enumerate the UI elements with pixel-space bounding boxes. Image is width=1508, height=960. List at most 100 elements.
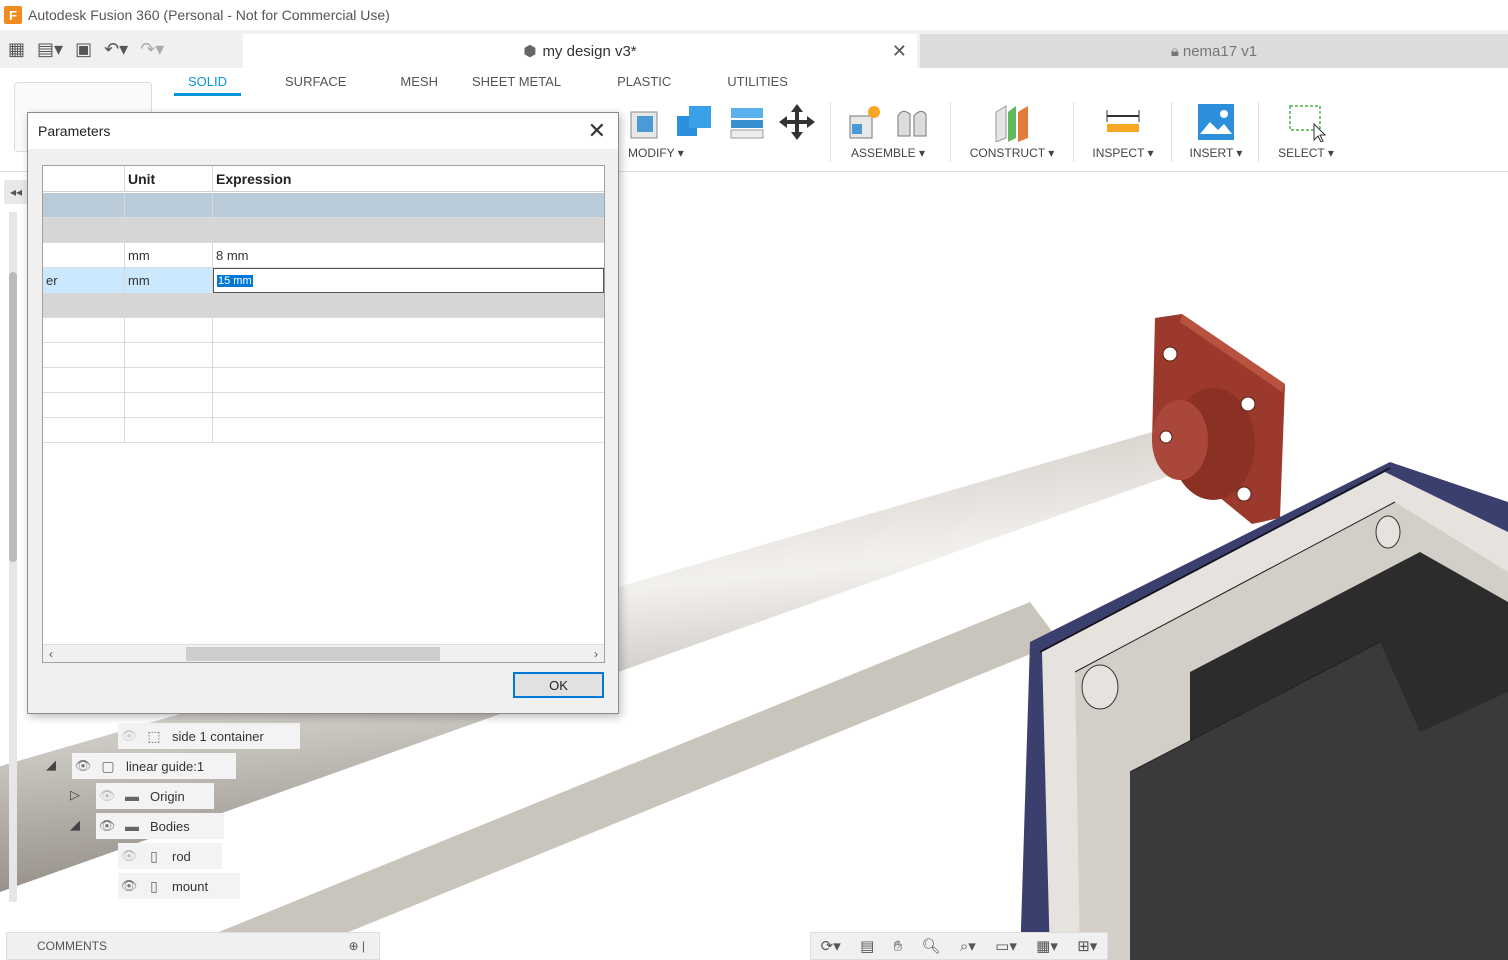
insert-group[interactable]: INSERT ▾ <box>1178 98 1254 160</box>
viewports-icon[interactable]: ⊞▾ <box>1077 937 1097 955</box>
tab-utilities[interactable]: UTILITIES <box>707 74 808 96</box>
construct-group[interactable]: CONSTRUCT ▾ <box>958 98 1066 160</box>
tab-surface[interactable]: SURFACE <box>245 74 386 96</box>
cell-expression[interactable]: 8 mm <box>213 243 604 268</box>
close-icon[interactable]: ✕ <box>588 118 606 144</box>
eye-hidden-icon[interactable]: 👁︎ <box>118 848 140 864</box>
browser-item-mount[interactable]: 👁︎ ▯ mount <box>118 873 240 899</box>
cell-expression[interactable] <box>213 393 604 418</box>
collapse-browser-icon[interactable]: ◂◂ <box>4 180 28 204</box>
cell-expression[interactable] <box>213 218 604 243</box>
table-row[interactable]: mm 8 mm <box>43 243 604 268</box>
comments-label: COMMENTS <box>37 939 107 953</box>
apps-grid-icon[interactable]: ▦ <box>8 39 25 60</box>
move-icon[interactable] <box>777 102 817 142</box>
modify-label: MODIFY ▾ <box>628 146 684 160</box>
table-row[interactable] <box>43 418 604 443</box>
cell-expression[interactable] <box>213 318 604 343</box>
file-icon[interactable]: ▤▾ <box>37 39 63 60</box>
column-header-unit[interactable]: Unit <box>125 166 213 192</box>
tab-plastic[interactable]: PLASTIC <box>581 74 707 96</box>
table-row[interactable] <box>43 393 604 418</box>
scrollbar-thumb[interactable] <box>9 272 17 562</box>
shell-icon[interactable] <box>625 102 665 142</box>
look-at-icon[interactable]: ▤ <box>860 937 874 955</box>
assemble-group[interactable]: ASSEMBLE ▾ <box>836 98 940 160</box>
separator <box>1258 102 1259 162</box>
inspect-group[interactable]: INSPECT ▾ <box>1080 98 1166 160</box>
expand-triangle-icon[interactable]: ▷ <box>70 788 80 803</box>
cell-expression[interactable] <box>213 343 604 368</box>
cell-expression[interactable] <box>213 193 604 218</box>
table-row[interactable] <box>43 343 604 368</box>
eye-hidden-icon[interactable]: 👁︎ <box>96 788 118 804</box>
column-header-name[interactable] <box>43 166 125 192</box>
cell-unit <box>125 193 213 218</box>
table-row[interactable] <box>43 368 604 393</box>
browser-item-bodies[interactable]: 👁︎ ▬ Bodies <box>96 813 224 839</box>
eye-icon[interactable]: 👁︎ <box>72 758 94 774</box>
comments-panel[interactable]: COMMENTS ⊕ | <box>6 932 380 960</box>
add-comment-icon[interactable]: ⊕ | <box>348 939 365 953</box>
cell-expression[interactable] <box>213 368 604 393</box>
insert-image-icon[interactable] <box>1196 102 1236 142</box>
measure-icon[interactable] <box>1103 102 1143 142</box>
eye-icon[interactable]: 👁︎ <box>118 878 140 894</box>
grid-settings-icon[interactable]: ▦▾ <box>1036 937 1058 955</box>
column-header-expression[interactable]: Expression <box>213 166 604 192</box>
collapse-triangle-icon[interactable]: ◢ <box>70 818 80 833</box>
browser-scrollbar[interactable] <box>9 212 17 902</box>
redo-icon[interactable]: ↷▾ <box>140 39 164 60</box>
body-icon: ▯ <box>150 877 158 894</box>
scrollbar-thumb[interactable] <box>186 647 440 661</box>
tab-solid[interactable]: SOLID <box>170 74 245 96</box>
eye-hidden-icon[interactable]: 👁︎ <box>118 728 140 744</box>
modify-group[interactable]: MODIFY ▾ <box>616 98 826 160</box>
select-group[interactable]: SELECT ▾ <box>1266 98 1346 160</box>
collapse-triangle-icon[interactable]: ◢ <box>46 758 56 773</box>
select-box-icon[interactable] <box>1286 102 1326 142</box>
orbit-icon[interactable]: ⟳▾ <box>821 937 841 955</box>
cell-expression[interactable] <box>213 293 604 318</box>
table-row[interactable] <box>43 318 604 343</box>
browser-item-rod[interactable]: 👁︎ ▯ rod <box>118 843 222 869</box>
tab-sheet-metal[interactable]: SHEET METAL <box>452 74 581 96</box>
cell-name: er <box>43 268 125 293</box>
joint-icon[interactable] <box>892 102 932 142</box>
scroll-right-icon[interactable]: › <box>594 645 598 662</box>
ok-button[interactable]: OK <box>513 672 604 698</box>
ribbon-tabs: SOLID SURFACE MESH SHEET METAL PLASTIC U… <box>170 74 808 96</box>
close-icon[interactable]: ✕ <box>892 41 907 62</box>
construct-plane-icon[interactable] <box>990 102 1034 142</box>
eye-icon[interactable]: 👁︎ <box>96 818 118 834</box>
fit-icon[interactable]: ⌕▾ <box>960 937 976 955</box>
expression-input[interactable]: 15 mm <box>213 268 604 293</box>
tab-mesh[interactable]: MESH <box>386 74 452 96</box>
horizontal-scrollbar[interactable]: ‹ › <box>43 644 604 662</box>
tab-nema17[interactable]: 🔒︎ nema17 v1 <box>920 34 1508 68</box>
cell-expression[interactable] <box>213 418 604 443</box>
construct-label: CONSTRUCT ▾ <box>969 146 1055 160</box>
table-row[interactable] <box>43 218 604 243</box>
undo-icon[interactable]: ↶▾ <box>104 39 128 60</box>
tab-my-design[interactable]: ⬢ my design v3* ✕ <box>243 34 917 68</box>
cell-name <box>43 418 125 443</box>
scroll-left-icon[interactable]: ‹ <box>49 645 53 662</box>
table-row[interactable] <box>43 293 604 318</box>
pan-icon[interactable]: ✋︎ <box>894 937 903 955</box>
table-row[interactable] <box>43 193 604 218</box>
component-icon: ▢ <box>101 757 115 774</box>
folder-icon: ▬ <box>125 788 139 804</box>
combine-icon[interactable] <box>673 102 717 142</box>
document-tab-bar: ⬢ my design v3* ✕ 🔒︎ nema17 v1 <box>240 30 1508 68</box>
offset-face-icon[interactable] <box>725 102 769 142</box>
save-icon[interactable]: ▣ <box>75 39 92 60</box>
browser-item-label: mount <box>172 878 209 894</box>
browser-item-side-container[interactable]: 👁︎ ⬚ side 1 container <box>118 723 300 749</box>
browser-item-origin[interactable]: 👁︎ ▬ Origin <box>96 783 214 809</box>
zoom-icon[interactable]: 🔍︎ <box>922 937 941 955</box>
display-settings-icon[interactable]: ▭▾ <box>995 937 1017 955</box>
new-component-icon[interactable] <box>844 102 884 142</box>
table-row-selected[interactable]: er mm 15 mm <box>43 268 604 293</box>
browser-item-linear-guide[interactable]: 👁︎ ▢ linear guide:1 <box>72 753 236 779</box>
